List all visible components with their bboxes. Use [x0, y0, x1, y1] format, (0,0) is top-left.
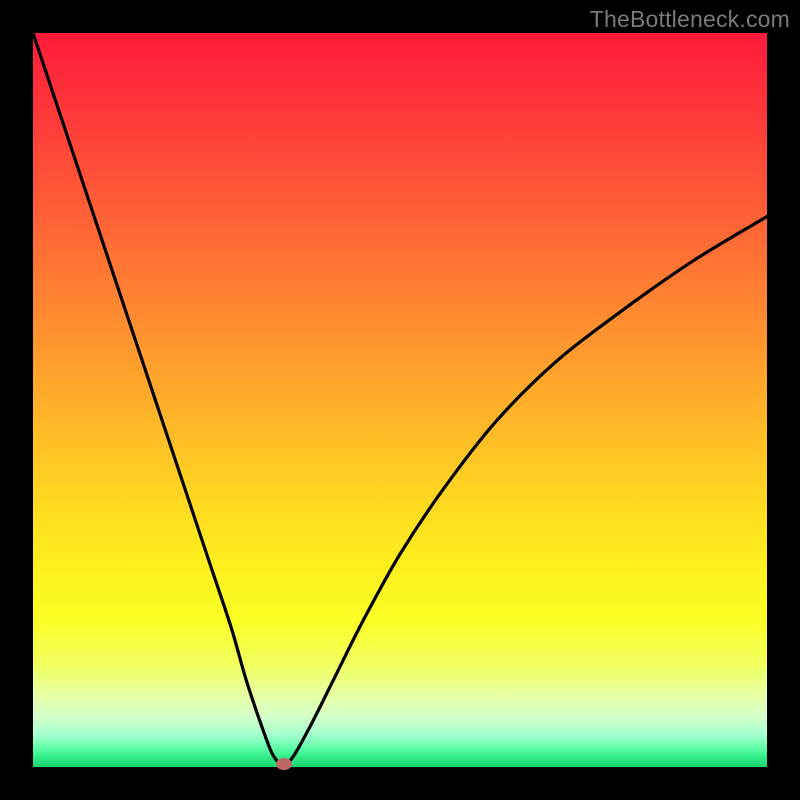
watermark-text: TheBottleneck.com	[590, 6, 790, 33]
optimal-point-marker	[276, 758, 292, 770]
curve-svg	[33, 33, 767, 767]
chart-frame: TheBottleneck.com	[0, 0, 800, 800]
plot-area	[33, 33, 767, 767]
bottleneck-curve	[33, 33, 767, 767]
